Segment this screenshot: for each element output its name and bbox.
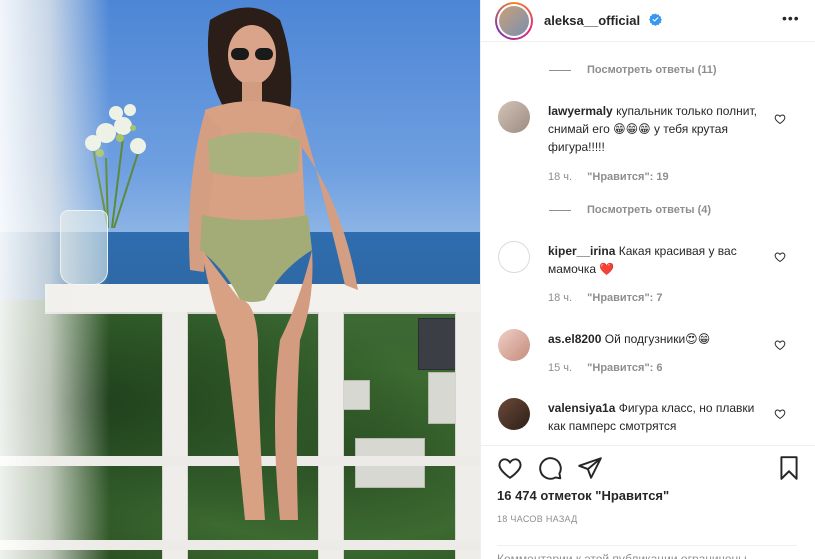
verified-badge-icon <box>649 13 662 26</box>
commenter-avatar[interactable] <box>498 398 530 430</box>
sheer-curtain <box>0 0 110 559</box>
comment-bubble-icon[interactable] <box>537 455 563 481</box>
photo-building <box>418 318 460 370</box>
comment-likes[interactable]: "Нравится": 6 <box>587 362 662 374</box>
comment-time: 18 ч. <box>548 171 573 183</box>
post-timestamp[interactable]: 18 ЧАСОВ НАЗАД <box>497 514 578 524</box>
post-side-panel: aleksa__official ••• Посмотреть ответы (… <box>480 0 815 559</box>
comment-likes[interactable]: "Нравится": 19 <box>587 171 668 183</box>
more-dots-icon[interactable]: ••• <box>782 11 799 28</box>
commenter-avatar[interactable] <box>498 329 530 361</box>
comment-meta: 18 ч. "Нравится": 7 <box>548 292 663 304</box>
avatar-image <box>499 6 529 36</box>
comment-meta: 15 ч. "Нравится": 6 <box>548 362 663 374</box>
comment-username[interactable]: lawyermaly <box>548 104 613 118</box>
comment-like-heart-icon[interactable] <box>774 113 786 125</box>
likes-count[interactable]: 16 474 отметок "Нравится" <box>497 488 669 503</box>
commenter-avatar[interactable] <box>498 241 530 273</box>
comment-text: Ой подгузники😍😁 <box>604 332 711 346</box>
post-actions-bar <box>481 445 815 485</box>
view-replies-label: Посмотреть ответы (4) <box>587 204 712 216</box>
railing-post <box>455 312 480 559</box>
comment-like-heart-icon[interactable] <box>774 251 786 263</box>
post-photo[interactable] <box>0 0 480 559</box>
view-replies-button[interactable]: Посмотреть ответы (4) <box>549 204 711 216</box>
person-illustration <box>189 7 358 520</box>
avatar[interactable] <box>495 2 533 40</box>
bookmark-icon[interactable] <box>776 455 802 481</box>
comment-username[interactable]: kiper__irina <box>548 244 615 258</box>
commenter-avatar[interactable] <box>498 101 530 133</box>
view-replies-label: Посмотреть ответы (11) <box>587 64 717 76</box>
comment-like-heart-icon[interactable] <box>774 339 786 351</box>
comment-username[interactable]: as.el8200 <box>548 332 601 346</box>
comment-likes[interactable]: "Нравится": 7 <box>587 292 662 304</box>
comment-time: 18 ч. <box>548 292 573 304</box>
paper-plane-icon[interactable] <box>577 455 603 481</box>
view-replies-button[interactable]: Посмотреть ответы (11) <box>549 64 717 76</box>
author-username[interactable]: aleksa__official <box>544 13 640 28</box>
comment-meta: 18 ч. "Нравится": 19 <box>548 171 669 183</box>
heart-icon[interactable] <box>497 455 523 481</box>
comment-username[interactable]: valensiya1a <box>548 401 615 415</box>
comment-time: 15 ч. <box>548 362 573 374</box>
comments-restricted-notice: Комментарии к этой публикации ограничены… <box>497 545 797 559</box>
comments-list: Посмотреть ответы (11) lawyermaly купаль… <box>481 43 815 435</box>
comment-like-heart-icon[interactable] <box>774 408 786 420</box>
post-header: aleksa__official ••• <box>481 0 815 42</box>
